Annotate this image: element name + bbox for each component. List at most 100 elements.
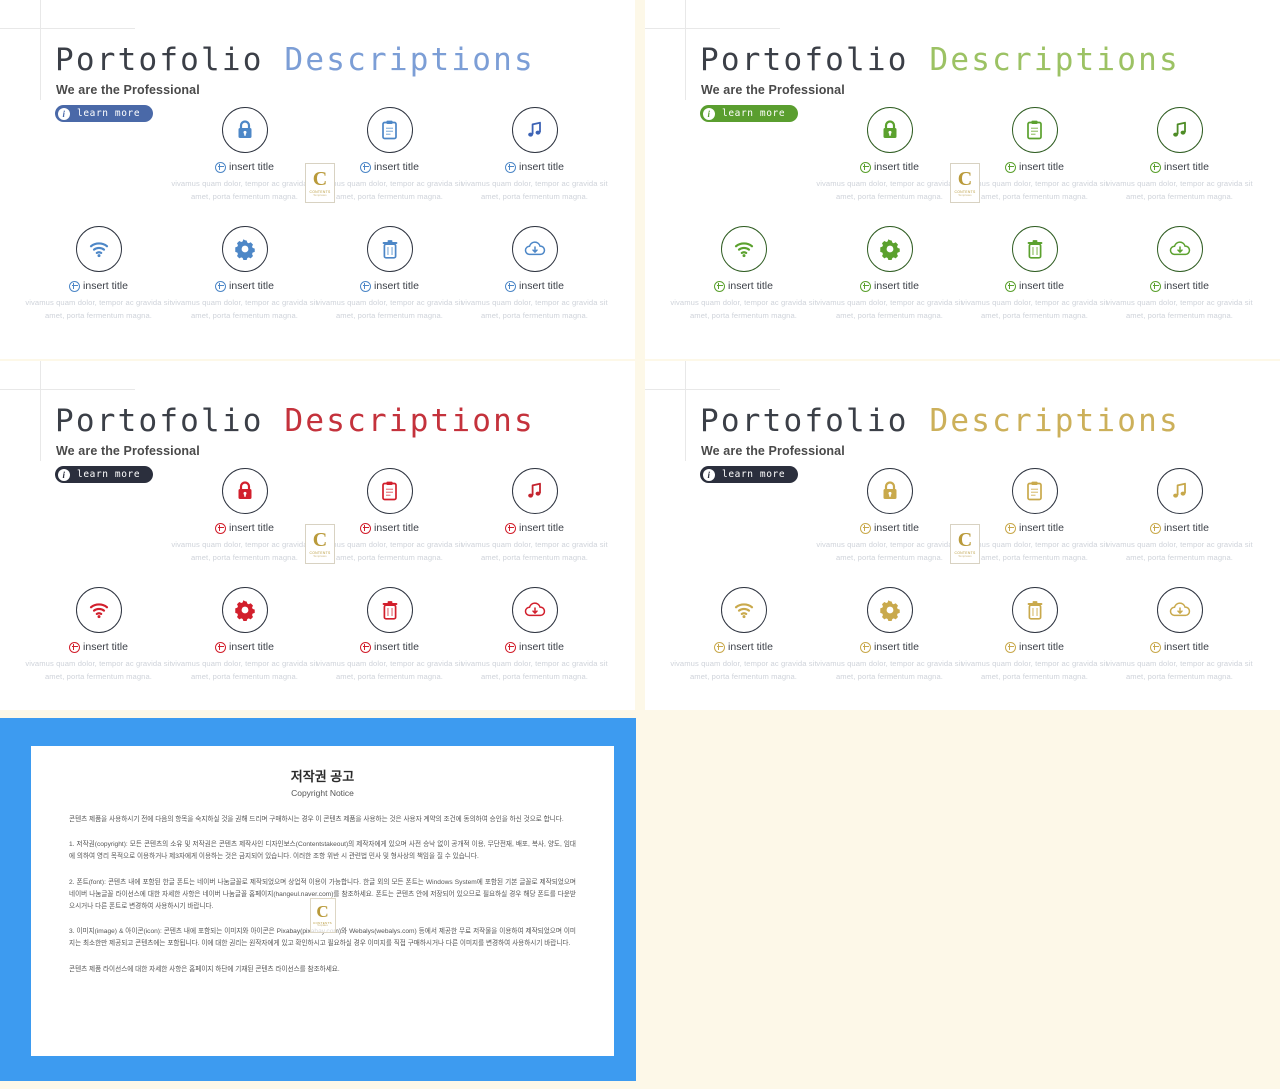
feature-cell[interactable]: insert title vivamus quam dolor, tempor … [957,226,1112,322]
feature-cell[interactable]: insert title vivamus quam dolor, tempor … [167,468,322,564]
plus-circle-icon [714,641,726,653]
plus-circle-icon [215,641,227,653]
feature-body: vivamus quam dolor, tempor ac gravida si… [816,298,963,320]
feature-title-label: insert title [874,280,919,292]
feature-title-label: insert title [229,280,274,292]
feature-cell[interactable]: insert title vivamus quam dolor, tempor … [457,468,612,564]
feature-title-label: insert title [874,641,919,653]
info-icon: i [58,468,70,481]
feature-cell[interactable]: insert title vivamus quam dolor, tempor … [812,587,967,683]
feature-body: vivamus quam dolor, tempor ac gravida si… [961,659,1108,681]
copyright-notice-panel: 저작권 공고 Copyright Notice 콘텐츠 제품을 사용하시기 전에… [0,718,636,1081]
feature-cell[interactable]: insert title vivamus quam dolor, tempor … [312,107,467,203]
copyright-intro: 콘텐츠 제품을 사용하시기 전에 다음의 항목을 숙지하실 것을 권해 드리며 … [69,816,564,823]
info-icon: i [58,107,70,120]
feature-cell[interactable]: insert title vivamus quam dolor, tempor … [957,587,1112,683]
feature-title-label: insert title [229,522,274,534]
learn-more-button[interactable]: i learn more [55,466,154,483]
slide-panel-blue: Portofolio Descriptions We are the Profe… [0,0,635,359]
feature-cell[interactable]: insert title vivamus quam dolor, tempor … [1102,587,1257,683]
copyright-title-ko: 저작권 공고 [290,769,355,784]
feature-cell[interactable]: insert title vivamus quam dolor, tempor … [457,107,612,203]
feature-cell[interactable]: insert title vivamus quam dolor, tempor … [21,587,176,683]
title-main: Portofolio [700,42,909,78]
feature-cell[interactable]: insert title vivamus quam dolor, tempor … [167,107,322,203]
feature-body: vivamus quam dolor, tempor ac gravida si… [461,659,608,681]
lock-icon [883,120,896,138]
feature-title: insert title [457,522,612,534]
feature-title: insert title [666,641,821,653]
feature-cell[interactable]: insert title vivamus quam dolor, tempor … [167,226,322,322]
feature-cell[interactable]: insert title vivamus quam dolor, tempor … [457,226,612,322]
page-title: Portofolio Descriptions [700,403,1180,439]
feature-title: insert title [1102,522,1257,534]
plus-circle-icon [360,522,372,534]
watermark-logo: C CONTENTS Templates [305,524,335,564]
feature-title-label: insert title [374,280,419,292]
feature-circle [366,468,413,514]
learn-more-button[interactable]: i learn more [55,105,154,122]
feature-circle [1011,468,1058,514]
feature-circle [221,226,268,272]
watermark-letter: C [316,902,329,921]
feature-title: insert title [312,280,467,292]
decor-line-vertical [40,361,41,461]
slide-panel-green: Portofolio Descriptions We are the Profe… [645,0,1280,359]
slide-panel-red: Portofolio Descriptions We are the Profe… [0,361,635,710]
feature-title: insert title [812,522,967,534]
title-accent: Descriptions [284,42,535,78]
feature-cell[interactable]: insert title vivamus quam dolor, tempor … [812,107,967,203]
learn-more-button[interactable]: i learn more [700,466,799,483]
feature-circle [511,468,558,514]
empty-area [637,718,1280,1089]
watermark-letter: C [312,528,328,551]
feature-cell[interactable]: insert title vivamus quam dolor, tempor … [1102,468,1257,564]
feature-cell[interactable]: insert title vivamus quam dolor, tempor … [666,587,821,683]
feature-cell[interactable]: insert title vivamus quam dolor, tempor … [312,468,467,564]
feature-circle [1011,107,1058,153]
feature-circle [366,587,413,633]
feature-body: vivamus quam dolor, tempor ac gravida si… [670,659,817,681]
subtitle: We are the Professional [701,444,845,458]
music-note-icon [1172,482,1186,498]
feature-circle [1156,468,1203,514]
feature-cell[interactable]: insert title vivamus quam dolor, tempor … [957,107,1112,203]
title-main: Portofolio [55,403,264,439]
learn-more-label: learn more [77,469,141,480]
feature-cell[interactable]: insert title vivamus quam dolor, tempor … [312,226,467,322]
feature-circle [1156,226,1203,272]
feature-cell[interactable]: insert title vivamus quam dolor, tempor … [1102,226,1257,322]
feature-circle [221,107,268,153]
feature-title-label: insert title [519,641,564,653]
feature-title-label: insert title [83,641,128,653]
feature-body: vivamus quam dolor, tempor ac gravida si… [816,659,963,681]
learn-more-button[interactable]: i learn more [700,105,799,122]
feature-cell[interactable]: insert title vivamus quam dolor, tempor … [457,587,612,683]
plus-circle-icon [360,641,372,653]
plus-circle-icon [1150,522,1162,534]
feature-circle [366,107,413,153]
feature-body: vivamus quam dolor, tempor ac gravida si… [961,298,1108,320]
feature-body: vivamus quam dolor, tempor ac gravida si… [171,179,318,201]
feature-title: insert title [21,280,176,292]
feature-circle [75,587,122,633]
feature-cell[interactable]: insert title vivamus quam dolor, tempor … [812,226,967,322]
feature-title-label: insert title [728,641,773,653]
music-note-icon [527,121,541,137]
decor-line-vertical [685,361,686,461]
watermark-line2: Templates [958,193,972,197]
feature-cell[interactable]: insert title vivamus quam dolor, tempor … [1102,107,1257,203]
feature-cell[interactable]: insert title vivamus quam dolor, tempor … [812,468,967,564]
subtitle: We are the Professional [56,444,200,458]
feature-cell[interactable]: insert title vivamus quam dolor, tempor … [666,226,821,322]
feature-circle [221,468,268,514]
feature-cell[interactable]: insert title vivamus quam dolor, tempor … [167,587,322,683]
feature-cell[interactable]: insert title vivamus quam dolor, tempor … [957,468,1112,564]
feature-cell[interactable]: insert title vivamus quam dolor, tempor … [21,226,176,322]
feature-title-label: insert title [1164,161,1209,173]
feature-circle [1156,587,1203,633]
music-note-icon [527,482,541,498]
feature-circle [366,226,413,272]
feature-cell[interactable]: insert title vivamus quam dolor, tempor … [312,587,467,683]
plus-circle-icon [860,641,872,653]
